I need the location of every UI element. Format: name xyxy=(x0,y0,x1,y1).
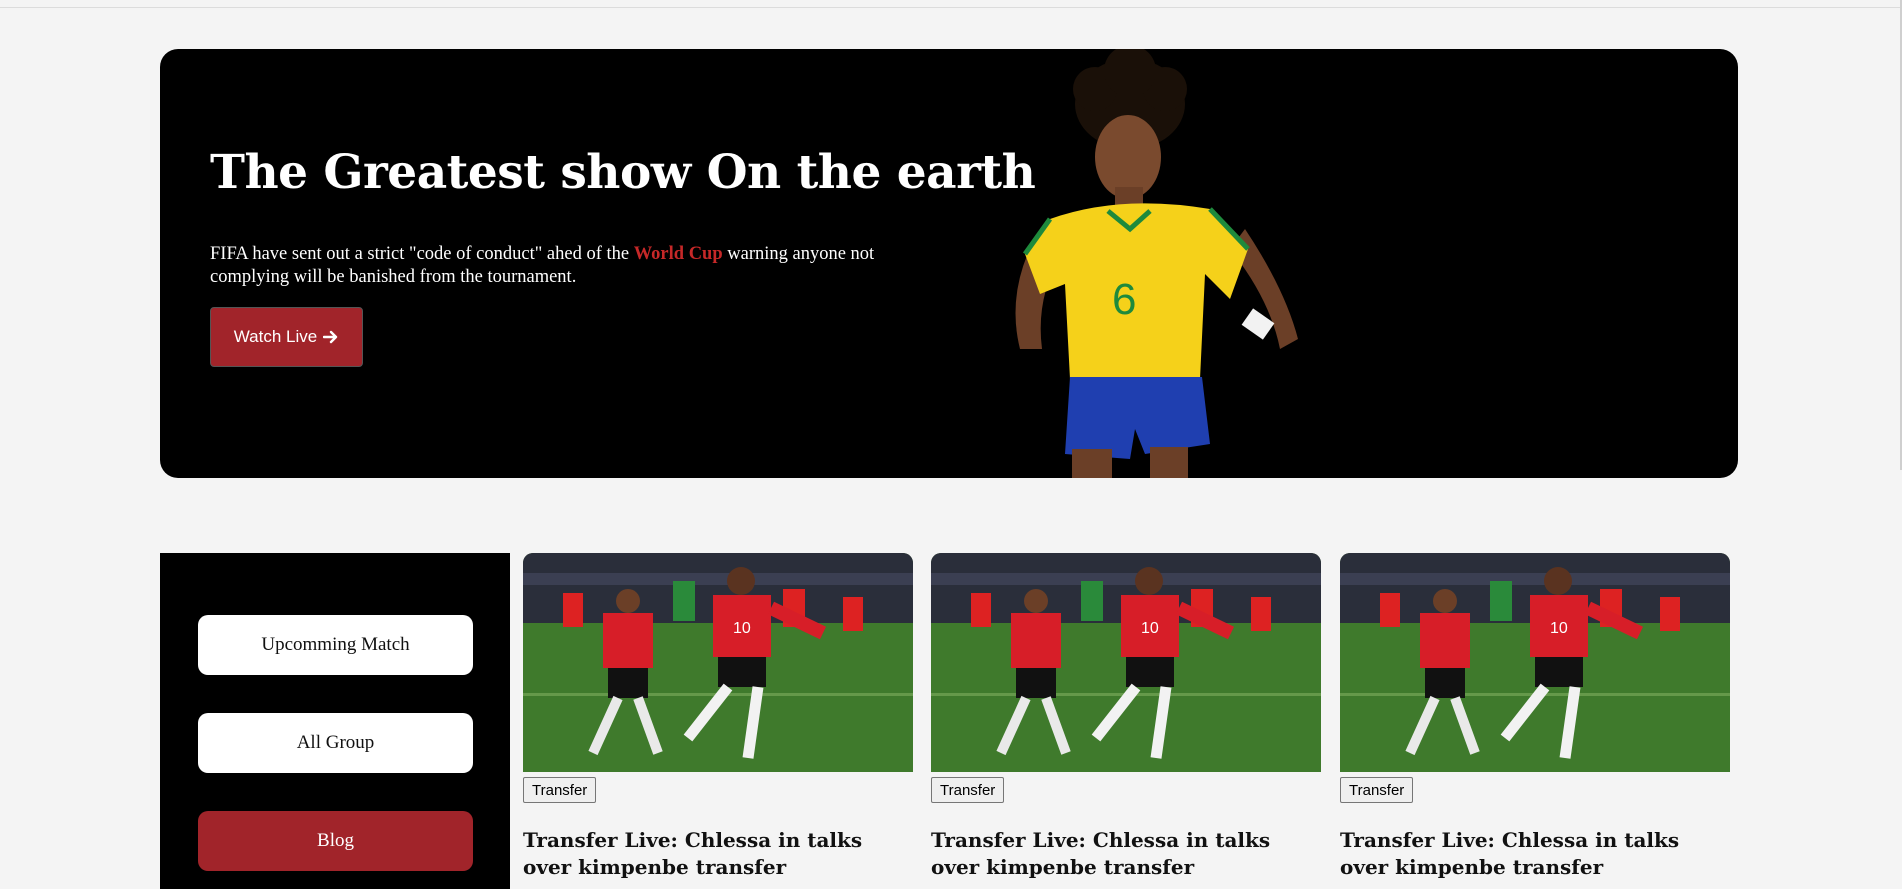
watch-live-label: Watch Live xyxy=(233,327,318,346)
news-card-title[interactable]: Transfer Live: Chlessa in talks over kim… xyxy=(523,827,913,881)
player-jersey-number: 10 xyxy=(733,620,751,637)
news-card[interactable]: 10 Transfer Transfer Live: Chlessa in ta… xyxy=(1340,553,1730,889)
news-card-image: 10 xyxy=(523,553,913,772)
watch-live-button[interactable]: Watch Live xyxy=(210,307,363,367)
hero-player-image: 6 xyxy=(1015,49,1298,478)
news-card-image: 10 xyxy=(931,553,1321,772)
news-card[interactable]: 10 Transfer Transfer Live: Chlessa in ta… xyxy=(931,553,1321,889)
world-cup-highlight: World Cup xyxy=(633,244,723,264)
player-jersey-number: 10 xyxy=(1141,620,1159,637)
player-jersey-number: 6 xyxy=(1112,275,1136,324)
hero-description: FIFA have sent out a strict "code of con… xyxy=(210,243,950,289)
hero-banner: The Greatest show On the earth FIFA have… xyxy=(160,49,1738,478)
news-card-title[interactable]: Transfer Live: Chlessa in talks over kim… xyxy=(931,827,1321,881)
news-card-title[interactable]: Transfer Live: Chlessa in talks over kim… xyxy=(1340,827,1730,881)
sidebar-item-upcoming-match[interactable]: Upcomming Match xyxy=(198,615,473,675)
sidebar-menu: Upcomming Match All Group Blog xyxy=(160,553,510,889)
category-tag-button[interactable]: Transfer xyxy=(931,777,1005,803)
hero-text-start: FIFA have sent out a strict "code of con… xyxy=(210,244,634,264)
news-card-image: 10 xyxy=(1340,553,1730,772)
news-card[interactable]: 10 Transfer Transfer Live: Chlessa in ta… xyxy=(523,553,913,889)
sidebar-item-blog[interactable]: Blog xyxy=(198,811,473,871)
arrow-right-icon xyxy=(323,330,338,344)
category-tag-button[interactable]: Transfer xyxy=(523,777,597,803)
top-divider xyxy=(0,7,1902,8)
category-tag-button[interactable]: Transfer xyxy=(1340,777,1414,803)
sidebar-item-all-group[interactable]: All Group xyxy=(198,713,473,773)
hero-title: The Greatest show On the earth xyxy=(210,145,1036,200)
player-jersey-number: 10 xyxy=(1550,620,1568,637)
